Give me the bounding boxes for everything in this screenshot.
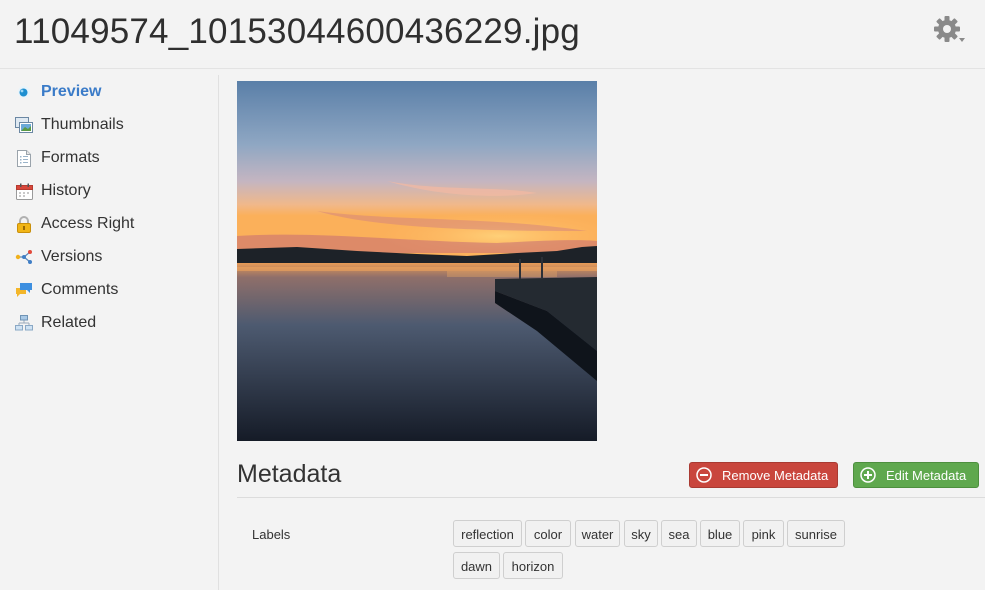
formats-icon — [15, 149, 33, 167]
sidebar-item-formats[interactable]: Formats — [15, 143, 100, 173]
tag[interactable]: blue — [700, 520, 740, 547]
header-divider — [0, 68, 985, 69]
tag[interactable]: color — [525, 520, 571, 547]
sidebar-item-related[interactable]: Related — [15, 308, 96, 338]
sidebar-item-history[interactable]: History — [15, 176, 91, 206]
related-icon — [15, 314, 33, 332]
sidebar-item-label: Formats — [41, 149, 100, 166]
thumbnails-icon — [15, 116, 33, 134]
edit-metadata-button[interactable]: Edit Metadata — [853, 462, 979, 488]
plus-circle-icon — [860, 467, 876, 483]
sidebar-item-thumbnails[interactable]: Thumbnails — [15, 110, 124, 140]
sidebar-item-comments[interactable]: Comments — [15, 275, 118, 305]
sidebar-item-label: Preview — [41, 83, 102, 100]
sidebar: Preview Thumbnails Formats History Acces… — [0, 75, 219, 590]
sidebar-item-label: Related — [41, 314, 97, 331]
sidebar-item-label: Access Right — [41, 215, 135, 232]
sidebar-item-label: History — [41, 182, 91, 199]
sidebar-item-access-right[interactable]: Access Right — [15, 209, 134, 239]
remove-metadata-label: Remove Metadata — [722, 467, 829, 483]
gear-icon — [934, 16, 965, 42]
tag[interactable]: reflection — [453, 520, 522, 547]
lock-icon — [15, 215, 33, 233]
tag[interactable]: pink — [743, 520, 784, 547]
edit-metadata-label: Edit Metadata — [886, 467, 967, 483]
preview-image — [237, 81, 597, 441]
comments-icon — [15, 281, 33, 299]
sidebar-item-label: Comments — [41, 281, 119, 298]
tag[interactable]: sea — [661, 520, 697, 547]
versions-icon — [15, 248, 33, 266]
settings-gear-button[interactable] — [932, 14, 966, 46]
tag[interactable]: sunrise — [787, 520, 845, 547]
sidebar-item-preview[interactable]: Preview — [15, 77, 101, 107]
sidebar-item-label: Versions — [41, 248, 103, 265]
labels-key: Labels — [252, 527, 291, 542]
sidebar-item-versions[interactable]: Versions — [15, 242, 102, 272]
metadata-heading: Metadata — [237, 460, 342, 488]
sidebar-item-label: Thumbnails — [41, 116, 124, 133]
tag[interactable]: water — [575, 520, 620, 547]
tag[interactable]: sky — [624, 520, 658, 547]
metadata-divider — [237, 497, 985, 498]
tag[interactable]: dawn — [453, 552, 500, 579]
remove-metadata-button[interactable]: Remove Metadata — [689, 462, 838, 488]
minus-circle-icon — [696, 467, 712, 483]
preview-dot-icon — [15, 83, 33, 101]
tag[interactable]: horizon — [503, 552, 563, 579]
calendar-icon — [15, 182, 33, 200]
page-title: 11049574_10153044600436229.jpg — [14, 12, 580, 51]
